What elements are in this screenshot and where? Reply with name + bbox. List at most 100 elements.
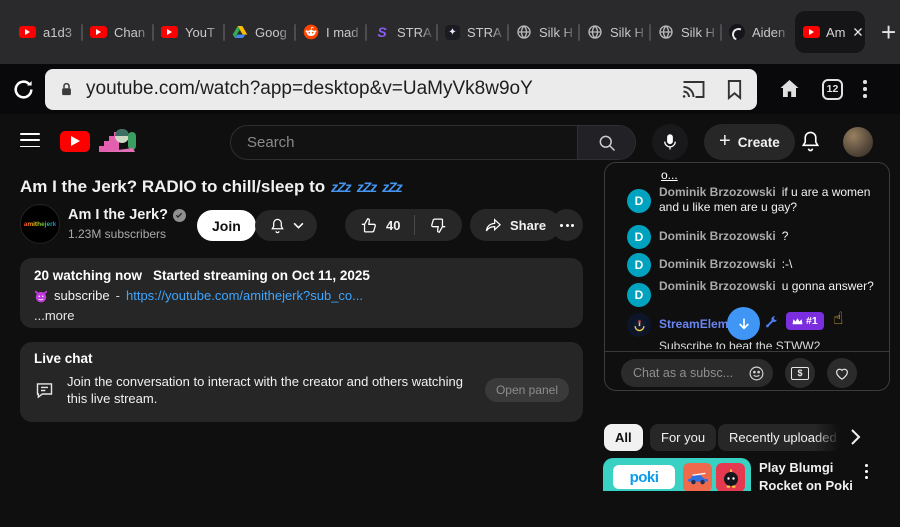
tab-close-icon[interactable]	[852, 26, 864, 38]
video-options-icon[interactable]	[865, 464, 868, 479]
search-button[interactable]	[577, 126, 635, 159]
browser-tab[interactable]: Silk H	[509, 0, 578, 64]
emoji-smiley-icon[interactable]	[748, 365, 765, 382]
tab-label-fade	[491, 0, 507, 64]
voice-search-button[interactable]	[652, 124, 688, 160]
browser-tab[interactable]: Silk H	[580, 0, 649, 64]
filter-chip-all[interactable]: All	[604, 424, 643, 451]
game-logo-favicon	[729, 24, 745, 40]
chat-author[interactable]: Dominik Brzozowski	[659, 279, 776, 293]
chat-user-avatar[interactable]: D	[627, 225, 651, 249]
member-rank-badge: #1	[786, 312, 824, 330]
tab-label-fade	[633, 0, 649, 64]
dash: -	[115, 288, 120, 303]
chat-author[interactable]: Dominik Brzozowski	[659, 257, 776, 271]
create-button[interactable]: + Create	[704, 124, 795, 160]
bell-icon	[269, 217, 286, 235]
tab-count-button[interactable]: 12	[822, 78, 843, 100]
chat-user-avatar[interactable]: D	[627, 253, 651, 277]
search-input[interactable]	[231, 126, 577, 159]
heart-thanks-button[interactable]	[827, 358, 857, 388]
pointing-hand-emoji: ☝	[833, 309, 844, 329]
thumbs-down-icon[interactable]	[429, 216, 448, 235]
share-label: Share	[510, 217, 547, 233]
chat-bubble-icon	[34, 380, 55, 401]
browser-tab[interactable]: Silk H	[651, 0, 720, 64]
video-thumbnail[interactable]: poki	[603, 458, 751, 491]
tab-label: Am	[826, 24, 846, 40]
pill-divider	[414, 215, 416, 235]
new-tab-button[interactable]: +	[881, 19, 896, 45]
globe-favicon	[587, 24, 603, 40]
sleep-emoji: zZz	[356, 179, 378, 195]
cast-icon[interactable]	[681, 78, 706, 100]
join-button[interactable]: Join	[197, 210, 256, 241]
chips-scroll-right-icon[interactable]	[848, 428, 863, 446]
search-box	[230, 125, 636, 160]
url-text: youtube.com/watch?app=desktop&v=UaMyVk8w…	[86, 78, 533, 99]
plus-icon: +	[719, 130, 731, 152]
filter-chip-for-you[interactable]: For you	[650, 424, 717, 451]
user-avatar[interactable]	[843, 127, 873, 157]
youtube-favicon	[19, 26, 36, 38]
show-more-button[interactable]: ...more	[34, 308, 569, 323]
crown-icon	[792, 317, 803, 324]
browser-tab[interactable]: Aiden	[722, 0, 791, 64]
verified-badge-icon	[172, 208, 186, 222]
streamelements-avatar[interactable]	[627, 313, 651, 337]
channel-name[interactable]: Am I the Jerk?	[68, 207, 186, 223]
tab-label-fade	[349, 0, 365, 64]
bookmark-icon[interactable]	[726, 79, 743, 100]
menu-hamburger-icon[interactable]	[20, 133, 40, 148]
share-button[interactable]: Share	[470, 209, 561, 241]
globe-favicon	[516, 24, 532, 40]
browser-tab[interactable]: Goog	[225, 0, 294, 64]
youtube-favicon	[161, 26, 178, 38]
browser-tab[interactable]: a1d3	[12, 0, 81, 64]
open-panel-button[interactable]: Open panel	[484, 378, 569, 402]
video-title: Am I the Jerk? RADIO to chill/sleep to zZ…	[20, 177, 403, 197]
url-bar[interactable]: youtube.com/watch?app=desktop&v=UaMyVk8w…	[45, 68, 757, 110]
truncated-chat-message[interactable]: o...	[661, 168, 678, 182]
chat-author[interactable]: Dominik Brzozowski	[659, 185, 776, 199]
chat-input[interactable]: Chat as a subsc...	[621, 359, 773, 387]
tab-label-fade	[775, 0, 791, 64]
chat-author[interactable]: Dominik Brzozowski	[659, 229, 776, 243]
chat-user-avatar[interactable]: D	[627, 189, 651, 213]
suggested-video-title-line2: Rocket on Poki	[759, 478, 853, 491]
chat-user-avatar[interactable]: D	[627, 283, 651, 307]
suggested-video-row[interactable]: poki Play Blumgi Rocket on Poki	[603, 458, 900, 491]
youtube-logo-icon[interactable]	[60, 131, 90, 152]
browser-tab[interactable]: Chan	[83, 0, 152, 64]
subscribe-link[interactable]: https://youtube.com/amithejerk?sub_co...	[126, 288, 363, 303]
video-description-box[interactable]: 20 watching now Started streaming on Oct…	[20, 258, 583, 328]
super-chat-button[interactable]: $	[785, 358, 815, 388]
game-tile-bomb	[716, 463, 745, 491]
browser-tab[interactable]: I mad	[296, 0, 365, 64]
poki-brand-text: poki	[629, 468, 659, 486]
browser-tab-active[interactable]: Am	[795, 11, 865, 53]
live-chat-teaser: Live chat Join the conversation to inter…	[20, 342, 583, 422]
reload-icon[interactable]	[11, 77, 36, 102]
more-actions-button[interactable]	[551, 209, 583, 241]
browser-toolbar: youtube.com/watch?app=desktop&v=UaMyVk8w…	[0, 64, 900, 114]
notification-preference-button[interactable]	[255, 210, 317, 241]
chat-message: Dominik Brzozowski:-\	[659, 257, 881, 272]
pixel-star-favicon: ✦	[445, 24, 460, 40]
browser-menu-icon[interactable]	[863, 80, 867, 98]
channel-avatar[interactable]: amithejerk	[20, 204, 60, 244]
home-icon[interactable]	[777, 77, 802, 101]
video-title-text: Am I the Jerk? RADIO to chill/sleep to	[20, 177, 326, 196]
channel-avatar-text: amithejerk	[23, 220, 57, 228]
thumbs-up-icon[interactable]	[359, 216, 378, 235]
filter-chip-recently-uploaded[interactable]: Recently uploaded	[718, 424, 840, 451]
browser-tab[interactable]: YouT	[154, 0, 223, 64]
chat-message: Dominik Brzozowski u gonna answer?	[659, 279, 881, 294]
scroll-to-bottom-button[interactable]	[727, 307, 760, 340]
dollar-bill-icon: $	[791, 366, 809, 380]
browser-tab[interactable]: ✦ STRA	[438, 0, 507, 64]
google-drive-favicon	[232, 24, 248, 40]
browser-tab[interactable]: S STRA	[367, 0, 436, 64]
notifications-bell-icon[interactable]	[799, 129, 822, 154]
share-arrow-icon	[484, 217, 503, 234]
